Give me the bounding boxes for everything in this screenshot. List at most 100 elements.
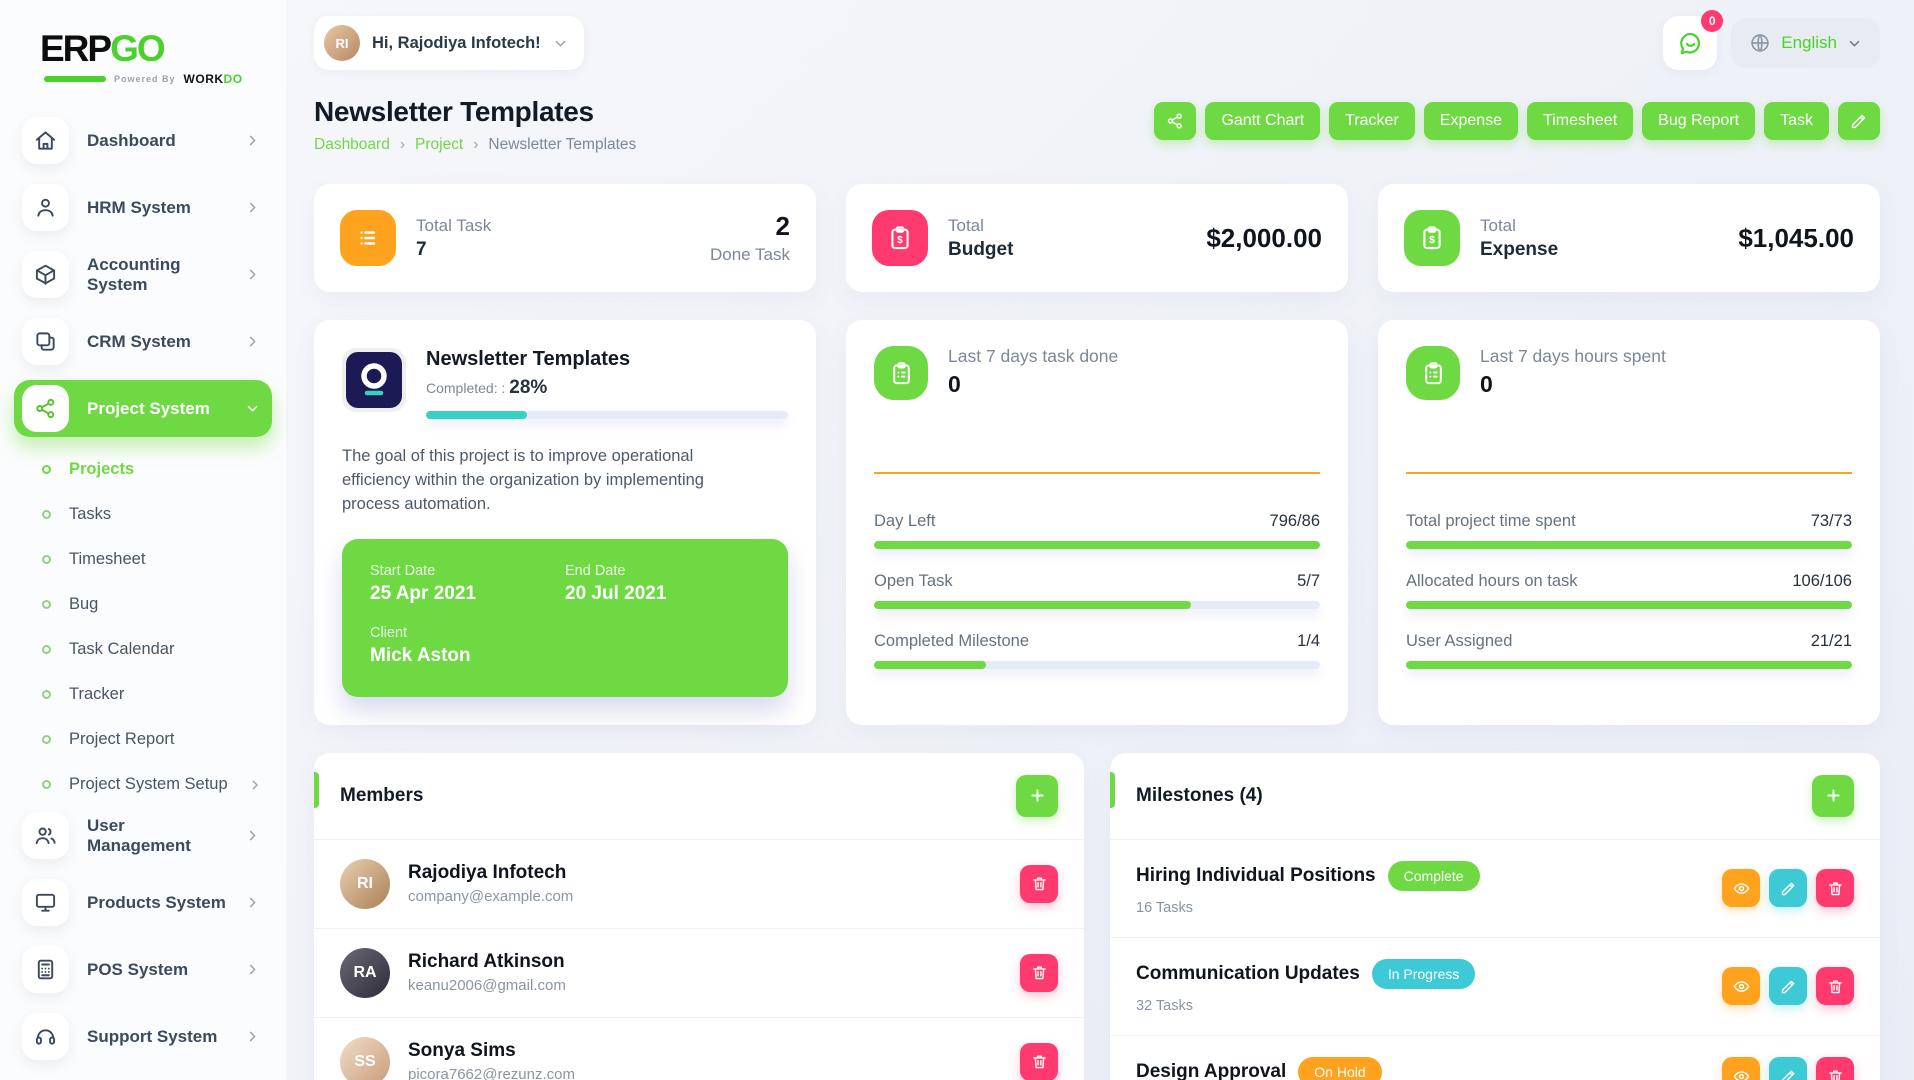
task-done-card: Last 7 days task done 0 Day Left 796/86 … <box>846 320 1348 725</box>
main-content: RI Hi, Rajodiya Infotech! 0 English News… <box>286 0 1914 1080</box>
sidebar-subitem-project-system-setup[interactable]: Project System Setup <box>0 762 286 807</box>
sidebar-subitem-tasks[interactable]: Tasks <box>0 492 286 537</box>
member-name: Sonya Sims <box>408 1040 1002 1062</box>
project-progress-track <box>426 411 788 419</box>
members-title: Members <box>340 785 423 807</box>
pos-terminal-icon <box>22 946 69 993</box>
chevron-right-icon <box>245 962 260 977</box>
bullet-icon <box>42 735 51 744</box>
edit-milestone-button[interactable] <box>1769 869 1807 907</box>
sidebar-subitem-projects[interactable]: Projects <box>0 447 286 492</box>
sidebar-item-label: Project System <box>87 399 227 419</box>
delete-member-button[interactable] <box>1020 1043 1058 1080</box>
subitem-label: Project System Setup <box>69 775 228 794</box>
bug-report-button[interactable]: Bug Report <box>1642 102 1755 140</box>
expense-button[interactable]: Expense <box>1424 102 1518 140</box>
start-date-label: Start Date <box>370 563 565 579</box>
start-date-value: 25 Apr 2021 <box>370 583 565 605</box>
progress-row-day-left: Day Left 796/86 <box>874 512 1320 549</box>
done-task-value: 2 <box>710 211 790 242</box>
gantt-chart-button[interactable]: Gantt Chart <box>1205 102 1320 140</box>
edit-milestone-button[interactable] <box>1769 1057 1807 1080</box>
messages-button[interactable]: 0 <box>1663 16 1717 70</box>
project-overview-card: Newsletter Templates Completed: : 28% Th… <box>314 320 816 725</box>
timesheet-button[interactable]: Timesheet <box>1527 102 1633 140</box>
completed-label: Completed: : <box>426 380 505 396</box>
progress-value: 5/7 <box>1297 572 1320 591</box>
sidebar-item-hrm[interactable]: HRM System <box>14 179 272 236</box>
bullet-icon <box>42 690 51 699</box>
breadcrumb-current: Newsletter Templates <box>488 136 636 154</box>
sidebar-item-dashboard[interactable]: Dashboard <box>14 112 272 169</box>
detail-row: Newsletter Templates Completed: : 28% Th… <box>314 320 1880 725</box>
sidebar-item-label: POS System <box>87 960 227 980</box>
member-avatar: SS <box>340 1037 390 1080</box>
breadcrumb-project[interactable]: Project <box>415 136 463 154</box>
member-email: company@example.com <box>408 888 1002 905</box>
member-email: picora7662@rezunz.com <box>408 1066 1002 1080</box>
app-logo[interactable]: ERPGO Powered By WORKDO <box>0 18 286 86</box>
language-selector[interactable]: English <box>1731 18 1880 68</box>
delete-member-button[interactable] <box>1020 954 1058 992</box>
subitem-label: Timesheet <box>69 550 145 569</box>
subitem-label: Project Report <box>69 730 174 749</box>
delete-milestone-button[interactable] <box>1816 869 1854 907</box>
breadcrumb-dashboard[interactable]: Dashboard <box>314 136 390 154</box>
total-expense-card: Total Expense $1,045.00 <box>1378 184 1880 292</box>
subitem-label: Bug <box>69 595 98 614</box>
sidebar-item-pos-system[interactable]: POS System <box>14 941 272 998</box>
sidebar-subitem-task-calendar[interactable]: Task Calendar <box>0 627 286 672</box>
subitem-label: Task Calendar <box>69 640 174 659</box>
task-button[interactable]: Task <box>1764 102 1829 140</box>
milestone-row: Design Approval On Hold <box>1110 1036 1880 1080</box>
milestone-status-badge: In Progress <box>1372 959 1476 989</box>
sidebar-item-project-system[interactable]: Project System <box>14 380 272 437</box>
sidebar-subitem-bug[interactable]: Bug <box>0 582 286 627</box>
page-header: Newsletter Templates Dashboard › Project… <box>314 96 1880 154</box>
sidebar-item-products-system[interactable]: Products System <box>14 874 272 931</box>
edit-milestone-button[interactable] <box>1769 967 1807 1005</box>
milestone-status-badge: Complete <box>1388 861 1480 891</box>
breadcrumb: Dashboard › Project › Newsletter Templat… <box>314 136 636 154</box>
member-name: Rajodiya Infotech <box>408 862 1002 884</box>
trash-icon <box>1827 880 1844 897</box>
expense-value: $1,045.00 <box>1738 223 1854 254</box>
milestone-status-badge: On Hold <box>1298 1057 1381 1080</box>
sidebar-item-user-management[interactable]: User Management <box>14 807 272 864</box>
bullet-icon <box>42 555 51 564</box>
breadcrumb-separator: › <box>473 136 478 154</box>
workdo-label: WORKDO <box>184 72 243 86</box>
monitor-icon <box>22 879 69 926</box>
total-task-label: Total Task <box>416 216 690 236</box>
sidebar-item-crm[interactable]: CRM System <box>14 313 272 370</box>
member-name: Richard Atkinson <box>408 951 1002 973</box>
clipboard-icon <box>874 346 928 400</box>
total-budget-card: Total Budget $2,000.00 <box>846 184 1348 292</box>
sidebar-subitem-project-report[interactable]: Project Report <box>0 717 286 762</box>
plus-icon <box>1028 786 1047 805</box>
view-milestone-button[interactable] <box>1722 1057 1760 1080</box>
chevron-right-icon <box>245 895 260 910</box>
milestone-row: Hiring Individual Positions Complete 16 … <box>1110 840 1880 938</box>
sidebar-item-accounting[interactable]: Accounting System <box>14 246 272 303</box>
sidebar-item-label: Accounting System <box>87 255 227 295</box>
delete-milestone-button[interactable] <box>1816 1057 1854 1080</box>
delete-member-button[interactable] <box>1020 865 1058 903</box>
breadcrumb-separator: › <box>400 136 405 154</box>
sidebar-item-support-system[interactable]: Support System <box>14 1008 272 1065</box>
tracker-button[interactable]: Tracker <box>1329 102 1415 140</box>
view-milestone-button[interactable] <box>1722 967 1760 1005</box>
progress-fill <box>1406 661 1852 669</box>
share-button[interactable] <box>1154 102 1196 140</box>
hours-spent-empty-chart <box>1406 412 1852 474</box>
add-member-button[interactable] <box>1016 775 1058 817</box>
user-menu[interactable]: RI Hi, Rajodiya Infotech! <box>314 16 584 70</box>
sidebar-subitem-timesheet[interactable]: Timesheet <box>0 537 286 582</box>
delete-milestone-button[interactable] <box>1816 967 1854 1005</box>
chevron-right-icon <box>245 828 260 843</box>
edit-project-button[interactable] <box>1838 102 1880 140</box>
sidebar-subitem-tracker[interactable]: Tracker <box>0 672 286 717</box>
add-milestone-button[interactable] <box>1812 775 1854 817</box>
chat-icon <box>1677 30 1704 57</box>
view-milestone-button[interactable] <box>1722 869 1760 907</box>
